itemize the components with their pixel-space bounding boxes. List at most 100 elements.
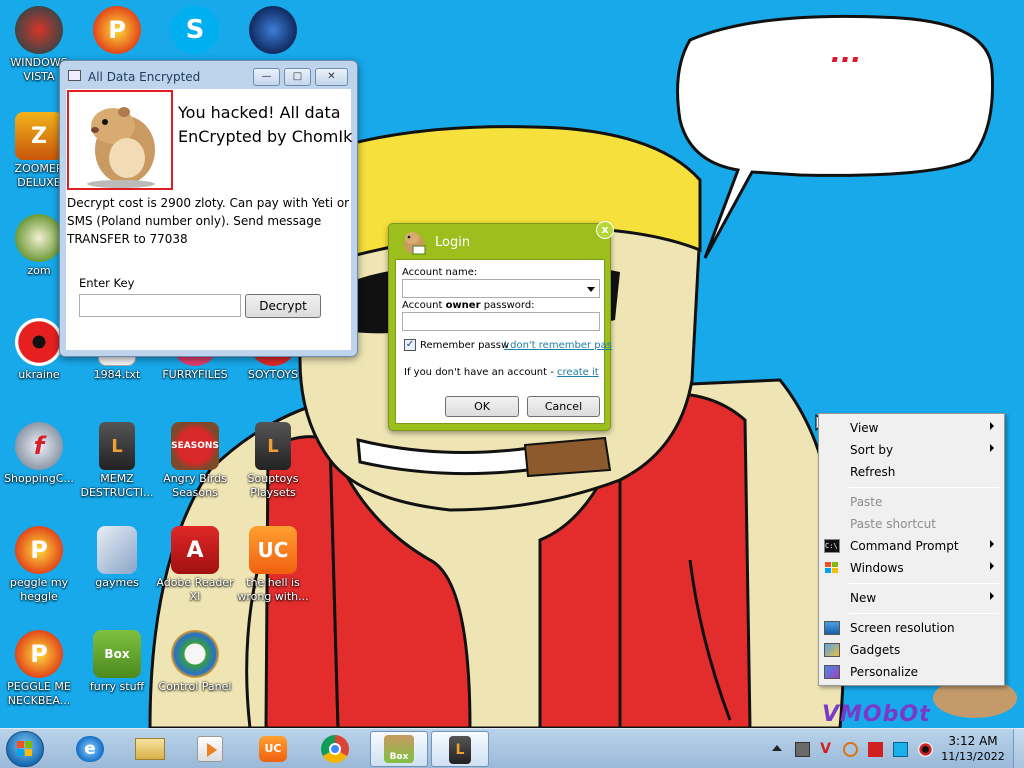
desktop-icon-skype[interactable]: S [156, 6, 234, 56]
ransom-window-titlebar[interactable]: All Data Encrypted — □ ✕ [60, 61, 357, 91]
decrypt-key-input[interactable] [79, 294, 241, 317]
menu-item-paste[interactable]: Paste [819, 491, 1004, 513]
zoomer-icon: Z [15, 112, 63, 160]
radiation-icon [15, 318, 63, 366]
menu-item-command-prompt[interactable]: C:\ Command Prompt [819, 535, 1004, 557]
menu-item-screen-resolution[interactable]: Screen resolution [819, 617, 1004, 639]
menu-item-windows[interactable]: Windows [819, 557, 1004, 579]
password-label-suffix: password: [480, 300, 535, 311]
desktop-icon-angry-birds-seasons[interactable]: SEASONS Angry Birds Seasons [156, 422, 234, 500]
ransom-window-title: All Data Encrypted [88, 70, 201, 84]
tray-app-icon[interactable] [918, 742, 933, 757]
clock-date[interactable]: 11/13/2022 [938, 750, 1008, 763]
desktop-icon-souptoys-playsets[interactable]: L Souptoys Playsets [234, 422, 312, 500]
desktop-icon-label: the hell is wrong with... [237, 576, 309, 603]
windows-vista-icon [15, 6, 63, 54]
menu-item-refresh[interactable]: Refresh [819, 461, 1004, 483]
menu-item-view[interactable]: View [819, 417, 1004, 439]
angry-birds-icon: SEASONS [171, 422, 219, 470]
maximize-button[interactable]: □ [284, 68, 311, 86]
loader-icon: L [99, 422, 135, 470]
desktop-icon-furry-stuff[interactable]: Box furry stuff [78, 630, 156, 694]
ransom-window[interactable]: All Data Encrypted — □ ✕ You hacked! All… [59, 60, 358, 357]
forgot-password-link[interactable]: I don't remember pas [504, 340, 612, 351]
adobe-reader-icon: A [171, 526, 219, 574]
desktop-icon-shopping[interactable]: f ShoppingC... [0, 422, 78, 486]
windows-flag-icon [824, 561, 840, 575]
desktop-icon-label: MEMZ DESTRUCTI... [80, 472, 154, 499]
start-button[interactable] [6, 731, 44, 767]
desktop-icon-peggle-my-heggle[interactable]: P peggle my heggle [0, 526, 78, 604]
loader-icon: L [255, 422, 291, 470]
taskbar-loader[interactable]: L [431, 731, 489, 767]
desktop-icon-control-panel[interactable]: Control Panel [156, 630, 234, 694]
submenu-arrow-icon [990, 540, 994, 548]
tray-flag-icon[interactable] [868, 742, 883, 757]
desktop-icon-gaymes[interactable]: gaymes [78, 526, 156, 590]
menu-item-paste-shortcut[interactable]: Paste shortcut [819, 513, 1004, 535]
password-label: Account owner password: [402, 300, 535, 311]
menu-item-label: New [850, 591, 877, 605]
create-account-link[interactable]: create it [557, 367, 599, 378]
cancel-button[interactable]: Cancel [527, 396, 600, 417]
desktop-icon-label: 1984.txt [93, 368, 141, 381]
clock-time[interactable]: 3:12 AM [938, 734, 1008, 748]
hamster-icon [87, 107, 155, 188]
tray-network-icon[interactable] [795, 742, 810, 757]
taskbar-explorer[interactable] [121, 731, 179, 767]
speech-line-1: ... [830, 38, 862, 69]
taskbar-internet-explorer[interactable]: e [61, 731, 119, 767]
remember-password-checkbox[interactable]: ✓ [404, 339, 416, 351]
chrome-icon [321, 735, 349, 763]
desktop-icon-label: Angry Birds Seasons [163, 472, 227, 499]
peggle-icon: P [15, 630, 63, 678]
ok-button[interactable]: OK [445, 396, 519, 417]
desktop-icon-label: SOYTOYS [247, 368, 299, 381]
cmd-icon: C:\ [824, 539, 840, 553]
taskbar-media-player[interactable] [181, 731, 239, 767]
desktop-icon-memz[interactable]: L MEMZ DESTRUCTI... [78, 422, 156, 500]
uc-browser-icon: UC [249, 526, 297, 574]
desktop-icon-adobe-reader[interactable]: A Adobe Reader XI [156, 526, 234, 604]
account-name-dropdown[interactable] [402, 279, 600, 298]
taskbar-hamster-box[interactable]: Box [370, 731, 428, 767]
show-desktop-button[interactable] [1013, 729, 1024, 768]
desktop-context-menu: View Sort by Refresh Paste Paste shortcu… [818, 413, 1005, 686]
desktop-icon-uc-browser[interactable]: UC the hell is wrong with... [234, 526, 312, 604]
menu-item-personalize[interactable]: Personalize [819, 661, 1004, 683]
chevron-down-icon [587, 287, 595, 292]
media-folder-icon [97, 526, 137, 574]
menu-item-sort-by[interactable]: Sort by [819, 439, 1004, 461]
menu-item-new[interactable]: New [819, 587, 1004, 609]
login-window[interactable]: Login x Account name: Account owner pass… [388, 221, 614, 431]
menu-item-gadgets[interactable]: Gadgets [819, 639, 1004, 661]
login-close-button[interactable]: x [596, 221, 614, 239]
uc-browser-icon: UC [259, 736, 287, 762]
peggle-icon: P [93, 6, 141, 54]
tray-monitor-icon[interactable] [893, 742, 908, 757]
menu-separator [849, 613, 999, 614]
desktop[interactable]: ... VMObOt WINDOWS VISTA Z ZOOMER DELUXE… [0, 0, 1024, 728]
desktop-icon-peggle-neckbeard[interactable]: P PEGGLE ME NECKBEA... [0, 630, 78, 708]
gadgets-icon [824, 643, 840, 657]
windows-logo-icon [17, 741, 32, 756]
desktop-icon-label: FURRYFILES [162, 368, 228, 381]
menu-item-label: View [850, 421, 879, 435]
hamster-box-icon: Box [384, 735, 414, 763]
password-input[interactable] [402, 312, 600, 331]
decrypt-button[interactable]: Decrypt [245, 294, 321, 318]
menu-separator [849, 583, 999, 584]
close-button[interactable]: ✕ [315, 68, 348, 86]
taskbar: e UC Box L V 3:12 AM 11/13/2022 [0, 728, 1024, 768]
taskbar-chrome[interactable] [307, 731, 365, 767]
menu-item-label: Refresh [850, 465, 896, 479]
tray-v-icon[interactable]: V [818, 742, 833, 757]
tray-arrow-icon[interactable] [772, 745, 782, 751]
tray-search-icon[interactable] [843, 742, 858, 757]
desktop-icon-label: peggle my heggle [9, 576, 69, 603]
taskbar-uc-browser[interactable]: UC [245, 731, 303, 767]
minimize-button[interactable]: — [253, 68, 280, 86]
desktop-icon-globe[interactable] [234, 6, 312, 56]
desktop-icon-peggle[interactable]: P [78, 6, 156, 56]
control-panel-icon [171, 630, 219, 678]
